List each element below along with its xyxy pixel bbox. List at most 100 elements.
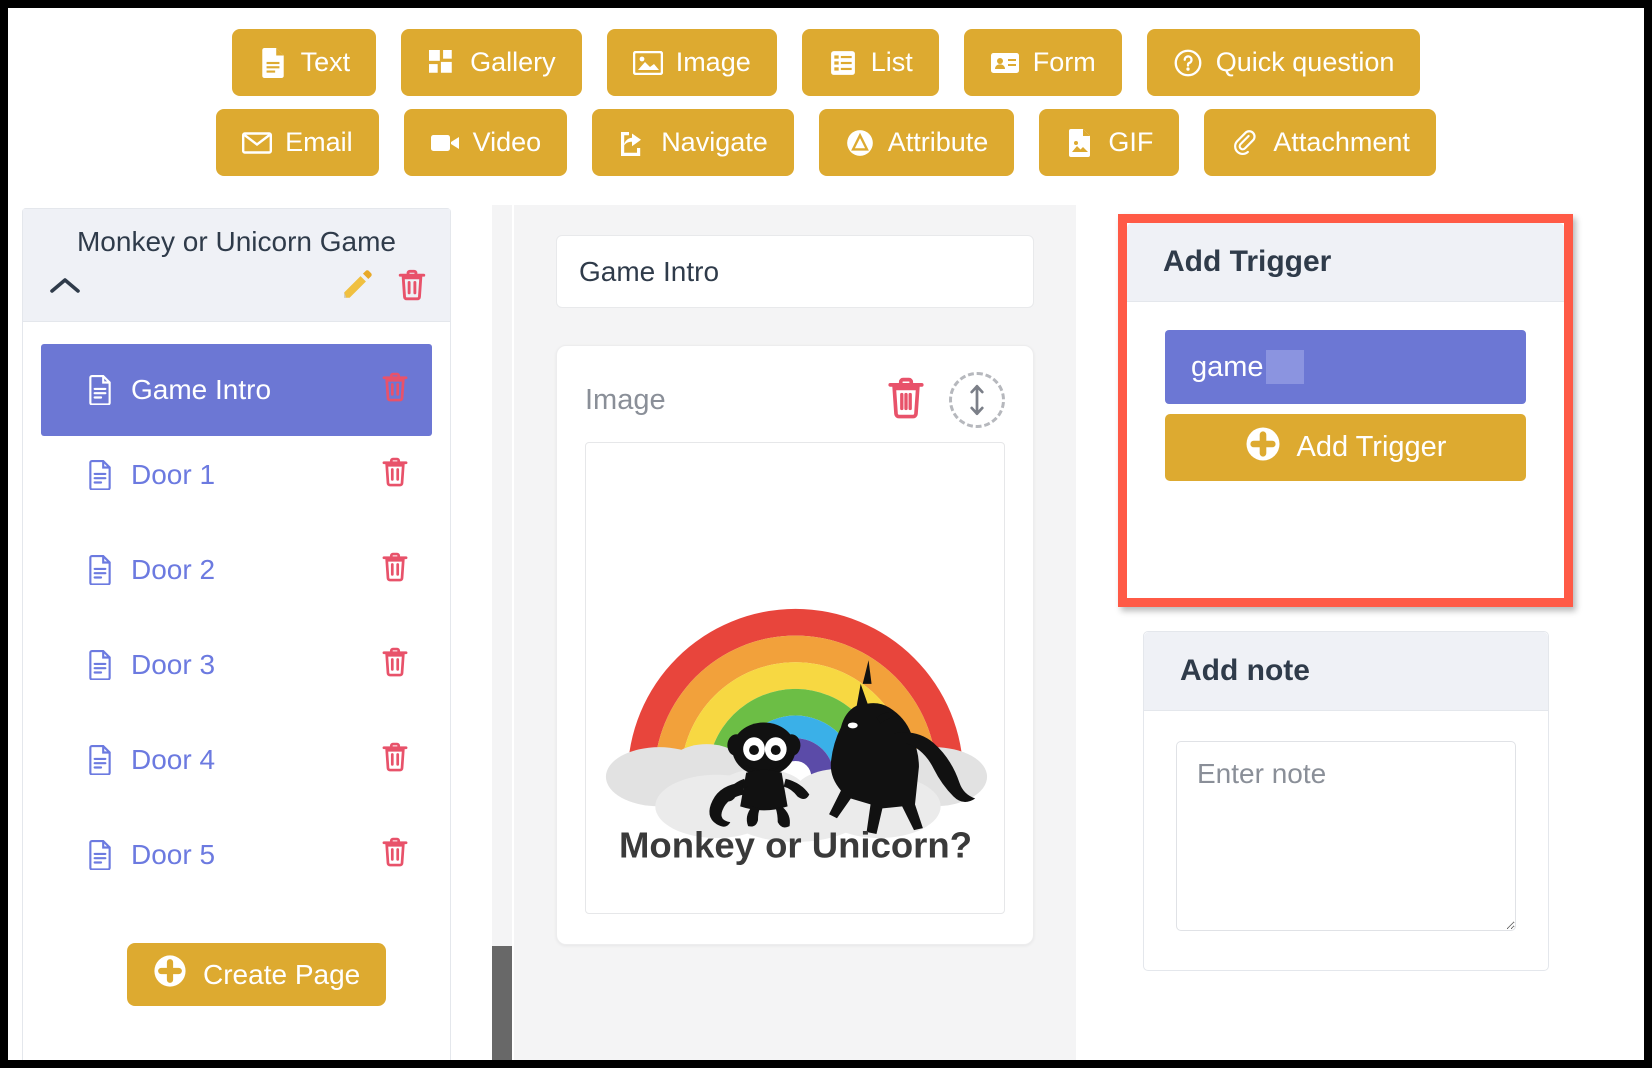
page-editor-canvas: Game Intro Image [514,205,1076,1060]
gif-file-icon [1065,128,1095,158]
add-gallery-block-button[interactable]: Gallery [401,29,582,96]
document-icon [87,745,113,775]
add-trigger-header: Add Trigger [1127,223,1564,302]
pages-sidebar: Monkey or Unicorn Game [22,208,451,1060]
add-gif-block-button[interactable]: GIF [1039,109,1179,176]
page-title-field[interactable]: Game Intro [556,235,1034,308]
image-block-label: Image [585,384,666,417]
add-navigate-block-label: Navigate [661,127,768,158]
document-icon [258,48,288,78]
trash-icon[interactable] [380,456,410,495]
trash-icon[interactable] [396,268,428,307]
text-cursor-highlight [1266,350,1304,384]
add-quick-question-block-label: Quick question [1216,47,1395,78]
collapse-caret-icon[interactable] [45,274,85,300]
image-block-card: Image [556,345,1034,945]
sidebar-header: Monkey or Unicorn Game [23,209,450,322]
create-page-container: Create Page [41,925,432,1006]
add-trigger-button[interactable]: Add Trigger [1165,414,1526,481]
document-icon [87,375,113,405]
video-camera-icon [430,128,460,158]
sidebar-item-door-1[interactable]: Door 1 [41,450,432,500]
sidebar-item-door-2[interactable]: Door 2 [41,545,432,595]
sidebar-item-label: Door 3 [131,649,215,681]
share-icon [618,128,648,158]
add-attribute-block-label: Attribute [888,127,989,158]
sidebar-item-label: Game Intro [131,374,271,406]
add-email-block-button[interactable]: Email [216,109,379,176]
toolbar-row-2: Email Video Navigate Attribute [8,109,1644,176]
add-trigger-highlight: Add Trigger game Add Trigger [1118,214,1573,607]
sidebar-item-door-3[interactable]: Door 3 [41,640,432,690]
add-note-header: Add note [1144,632,1548,711]
add-quick-question-block-button[interactable]: Quick question [1147,29,1421,96]
plus-circle-icon [153,954,187,995]
image-block-actions [885,372,1005,428]
note-input[interactable] [1176,741,1516,931]
document-icon [87,555,113,585]
trash-icon[interactable] [380,646,410,685]
sidebar-item-door-4[interactable]: Door 4 [41,735,432,785]
sidebar-item-label: Door 2 [131,554,215,586]
scrollbar-thumb[interactable] [492,946,512,1060]
toolbar-row-1: Text Gallery Image List [8,29,1644,96]
add-gif-block-label: GIF [1108,127,1153,158]
trash-icon[interactable] [885,375,927,426]
image-caption: Monkey or Unicorn? [618,825,971,866]
add-attachment-block-button[interactable]: Attachment [1204,109,1436,176]
add-text-block-label: Text [301,47,351,78]
add-image-block-label: Image [676,47,751,78]
question-circle-icon [1173,48,1203,78]
sidebar-item-game-intro[interactable]: Game Intro [41,344,432,436]
center-scroll-area [468,201,514,1060]
sidebar-item-door-5[interactable]: Door 5 [41,830,432,880]
sidebar-item-label: Door 1 [131,459,215,491]
add-text-block-button[interactable]: Text [232,29,377,96]
trash-icon[interactable] [380,836,410,875]
envelope-icon [242,128,272,158]
id-card-icon [990,48,1020,78]
add-form-block-button[interactable]: Form [964,29,1122,96]
image-preview[interactable]: Monkey or Unicorn? [585,442,1005,914]
app-window: Text Gallery Image List [8,8,1644,1060]
add-video-block-button[interactable]: Video [404,109,568,176]
document-icon [87,460,113,490]
scrollbar-track[interactable] [492,205,512,1060]
image-block-header: Image [585,372,1005,428]
document-icon [87,650,113,680]
sidebar-item-label: Door 4 [131,744,215,776]
add-note-panel: Add note [1143,631,1549,971]
add-attribute-block-button[interactable]: Attribute [819,109,1015,176]
monkey-or-unicorn-image: Monkey or Unicorn? [598,478,993,878]
drag-vertical-icon[interactable] [949,372,1005,428]
triangle-circle-icon [845,128,875,158]
create-page-button[interactable]: Create Page [127,943,386,1006]
sidebar-header-actions [41,268,432,307]
properties-panel: Add Trigger game Add Trigger [1098,201,1644,1060]
picture-icon [633,48,663,78]
add-list-block-label: List [871,47,913,78]
add-image-block-button[interactable]: Image [607,29,777,96]
project-title: Monkey or Unicorn Game [41,225,432,259]
add-attachment-block-label: Attachment [1273,127,1410,158]
page-title: Game Intro [579,256,719,288]
list-icon [828,48,858,78]
pages-list: Game Intro Door 1 [23,322,450,1006]
trash-icon[interactable] [380,741,410,780]
trash-icon[interactable] [380,371,410,410]
grid-icon [427,48,457,78]
add-email-block-label: Email [285,127,353,158]
trigger-chip-label: game [1191,351,1264,384]
add-trigger-panel: Add Trigger game Add Trigger [1127,223,1564,511]
pencil-icon[interactable] [340,268,374,307]
trigger-chip-game[interactable]: game [1165,330,1526,404]
add-gallery-block-label: Gallery [470,47,556,78]
add-navigate-block-button[interactable]: Navigate [592,109,794,176]
trash-icon[interactable] [380,551,410,590]
add-note-body [1144,711,1548,970]
plus-circle-icon [1245,426,1281,470]
workspace: Monkey or Unicorn Game [8,201,1644,1060]
add-trigger-body: game Add Trigger [1127,302,1564,511]
add-list-block-button[interactable]: List [802,29,939,96]
create-page-label: Create Page [203,959,360,991]
